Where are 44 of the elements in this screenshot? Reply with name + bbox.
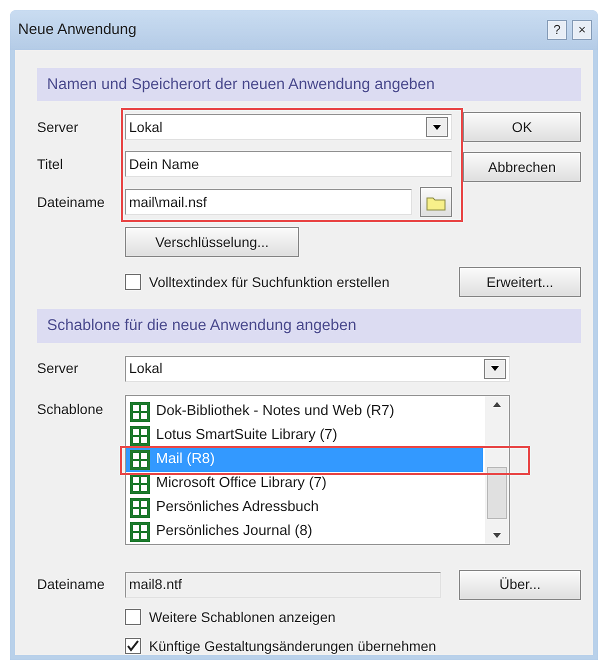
field-label: Server <box>37 118 80 137</box>
section-heading: Namen und Speicherort der neuen Anwendung angeben <box>37 68 581 102</box>
field-label: Schablone <box>37 400 104 418</box>
template-item[interactable]: Lotus SmartSuite Library (7) <box>126 424 483 448</box>
filename-input[interactable]: mail8.ntf <box>125 572 441 598</box>
template-item[interactable]: Microsoft Office Library (7) <box>126 472 483 496</box>
template-item[interactable]: Dok-Bibliothek - Notes und Web (R7) <box>126 400 483 424</box>
template-icon <box>130 522 150 542</box>
field-label: Titel <box>37 154 64 174</box>
encryption-button[interactable]: Verschlüsselung... <box>125 227 299 258</box>
checkbox[interactable] <box>125 609 141 625</box>
template-icon <box>130 450 150 470</box>
template-icon <box>130 402 150 422</box>
help-button[interactable]: ? <box>547 20 567 40</box>
checkbox[interactable] <box>125 274 141 290</box>
checkbox-label: Künftige Gestaltungsänderungen übernehmen <box>149 636 436 656</box>
server-dropdown[interactable]: Lokal <box>125 356 510 382</box>
section-heading: Schablone für die neue Anwendung angeben <box>37 309 581 342</box>
scroll-up-icon[interactable] <box>493 402 501 406</box>
ok-button[interactable]: OK <box>463 112 581 142</box>
about-button[interactable]: Über... <box>459 570 581 600</box>
field-label: Server <box>37 359 80 378</box>
field-label: Dateiname <box>37 192 106 212</box>
title-input[interactable]: Dein Name <box>125 151 452 178</box>
template-icon <box>130 474 150 494</box>
template-item[interactable]: Persönliches Journal (8) <box>126 520 483 544</box>
cancel-button[interactable]: Abbrechen <box>463 152 581 182</box>
scrollbar-thumb[interactable] <box>487 466 507 518</box>
template-icon <box>130 498 150 518</box>
close-button[interactable]: × <box>572 20 592 40</box>
advanced-button[interactable]: Erweitert... <box>459 267 581 298</box>
folder-button[interactable] <box>420 187 452 218</box>
folder-icon <box>426 195 446 212</box>
window-title: Neue Anwendung <box>18 20 138 40</box>
filename-input[interactable]: mail\mail.nsf <box>125 189 412 216</box>
checkbox-label: Volltextindex für Suchfunktion erstellen <box>149 272 390 292</box>
scroll-down-icon[interactable] <box>493 532 501 538</box>
checkbox[interactable] <box>125 638 141 654</box>
template-item[interactable]: Persönliches Adressbuch <box>126 496 483 520</box>
template-icon <box>130 426 150 446</box>
checkbox-label: Weitere Schablonen anzeigen <box>149 608 336 627</box>
scrollbar[interactable] <box>485 396 509 544</box>
server-dropdown[interactable]: Lokal <box>125 114 452 140</box>
field-label: Dateiname <box>37 575 106 594</box>
